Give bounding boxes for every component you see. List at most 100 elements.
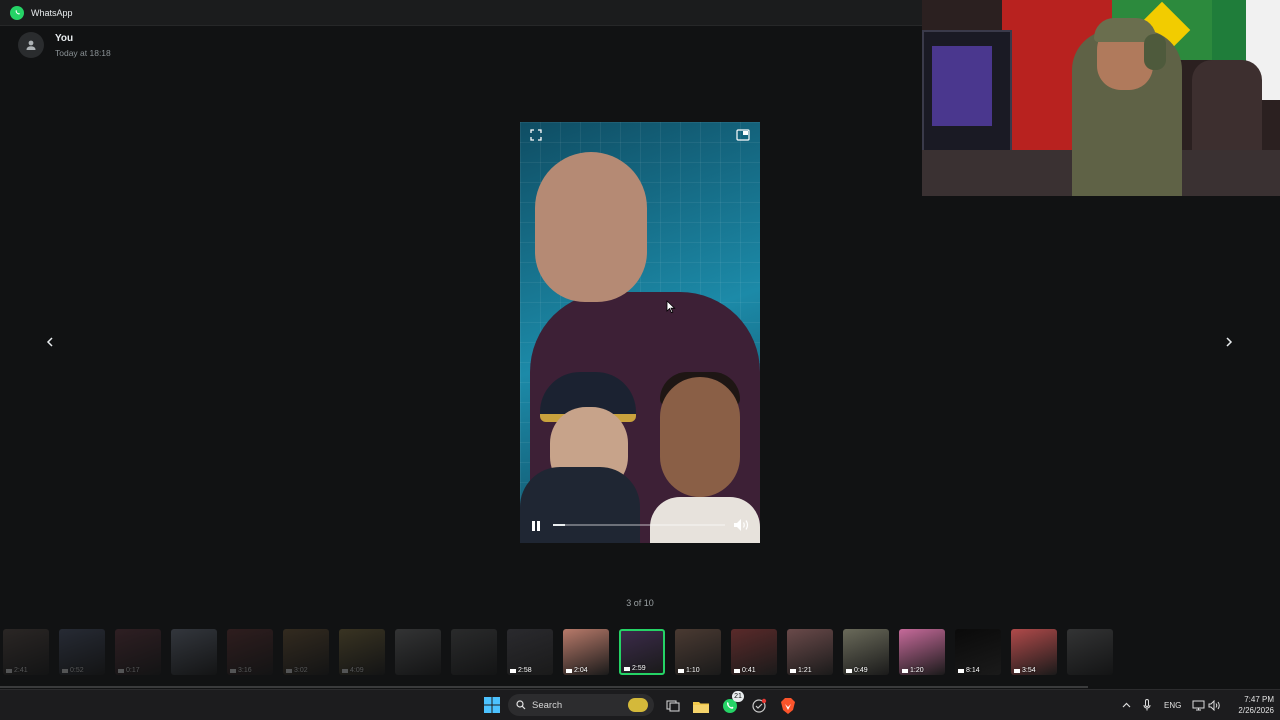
thumbnail-duration-label: 1:10 (686, 667, 700, 674)
taskbar-clock[interactable]: 7:47 PM 2/26/2026 (1222, 694, 1274, 716)
speaker-button[interactable] (1207, 698, 1221, 712)
popout-icon (736, 129, 750, 141)
thumbnail-duration: 0:49 (846, 667, 868, 674)
media-thumbnail[interactable]: 4:09 (339, 629, 385, 675)
chevron-right-icon (1226, 337, 1233, 347)
thumbnail-duration-label: 2:58 (518, 667, 532, 674)
next-media-button[interactable] (1216, 329, 1242, 355)
media-thumbnail[interactable]: 8:14 (955, 629, 1001, 675)
whatsapp-logo-icon (10, 5, 24, 20)
popout-button[interactable] (735, 128, 751, 142)
webcam-overlay (922, 0, 1280, 196)
media-thumbnail[interactable]: 2:58 (507, 629, 553, 675)
media-thumbnail-strip: 2:41 0:52 0:17 3:16 3:02 4:09 2:58 2:04 2:59 1:10… (0, 626, 1280, 688)
video-camera-icon (902, 668, 908, 673)
video-camera-icon (958, 668, 964, 673)
microphone-button[interactable] (1141, 698, 1153, 712)
thumbnail-duration: 0:41 (734, 667, 756, 674)
media-thumbnail[interactable]: 3:02 (283, 629, 329, 675)
media-counter: 3 of 10 (626, 598, 654, 608)
media-thumbnail[interactable]: 2:04 (563, 629, 609, 675)
pause-icon (532, 521, 540, 531)
app-titlebar: WhatsApp (0, 0, 922, 26)
media-thumbnail[interactable]: 0:52 (59, 629, 105, 675)
pause-button[interactable] (529, 519, 543, 533)
media-thumbnail[interactable] (171, 629, 217, 675)
thumbnail-duration-label: 0:41 (742, 667, 756, 674)
thumbnail-scrollbar[interactable] (0, 686, 1088, 688)
taskbar-search-box[interactable]: Search (508, 694, 654, 716)
chevron-up-icon (1122, 702, 1130, 708)
media-thumbnail[interactable]: 0:17 (115, 629, 161, 675)
volume-button[interactable] (732, 517, 752, 533)
thumbnail-duration-label: 1:21 (798, 667, 812, 674)
tray-expand-button[interactable] (1120, 699, 1132, 711)
thumbnail-duration-label: 8:14 (966, 667, 980, 674)
chevron-left-icon (46, 337, 53, 347)
thumbnail-duration: 0:52 (62, 667, 84, 674)
thumbnail-duration-label: 3:02 (294, 667, 308, 674)
video-progress-fill (553, 524, 566, 526)
thumbnail-duration-label: 0:49 (854, 667, 868, 674)
video-person-head (535, 152, 647, 302)
search-icon (516, 700, 526, 710)
thumbnail-duration: 3:54 (1014, 667, 1036, 674)
thumbnail-duration-label: 4:09 (350, 667, 364, 674)
windows-taskbar: Search 21 ENG 7:47 PM 2/26/2026 (0, 689, 1280, 720)
video-camera-icon (734, 668, 740, 673)
person-icon (26, 40, 36, 50)
thumbnail-duration-label: 0:17 (126, 667, 140, 674)
volume-icon (734, 519, 749, 531)
video-player[interactable] (520, 122, 760, 543)
brave-browser-button[interactable] (777, 695, 799, 717)
thumbnail-duration-label: 2:59 (632, 665, 646, 672)
media-thumbnail[interactable]: 0:41 (731, 629, 777, 675)
media-thumbnail[interactable]: 3:16 (227, 629, 273, 675)
thumbnail-duration: 1:21 (790, 667, 812, 674)
media-thumbnail[interactable]: 2:41 (3, 629, 49, 675)
microphone-icon (1143, 699, 1151, 711)
video-camera-icon (342, 668, 348, 673)
thumbnail-duration: 1:20 (902, 667, 924, 674)
video-camera-icon (510, 668, 516, 673)
media-thumbnail[interactable]: 0:49 (843, 629, 889, 675)
headset-graphic (1144, 34, 1166, 70)
thumbnail-duration: 2:41 (6, 667, 28, 674)
previous-media-button[interactable] (37, 329, 63, 355)
input-language-indicator[interactable]: ENG (1164, 701, 1181, 710)
video-camera-icon (624, 666, 630, 671)
thumbnail-duration: 8:14 (958, 667, 980, 674)
thumbnail-duration: 3:02 (286, 667, 308, 674)
start-button[interactable] (482, 695, 502, 715)
whatsapp-unread-badge: 21 (732, 691, 744, 702)
media-thumbnail[interactable]: 1:21 (787, 629, 833, 675)
task-view-button[interactable] (662, 695, 684, 717)
task-view-icon (666, 700, 680, 712)
media-thumbnail[interactable]: 1:10 (675, 629, 721, 675)
video-progress-bar[interactable] (553, 524, 725, 526)
folder-icon (693, 701, 709, 713)
thumbnail-duration-label: 2:04 (574, 667, 588, 674)
app-title: WhatsApp (31, 7, 73, 18)
video-camera-icon (118, 668, 124, 673)
thumbnail-duration-label: 3:16 (238, 667, 252, 674)
media-thumbnail[interactable]: 3:54 (1011, 629, 1057, 675)
fullscreen-button[interactable] (529, 128, 543, 142)
thumbnail-duration-label: 3:54 (1022, 667, 1036, 674)
windows-logo-icon (484, 697, 500, 713)
network-button[interactable] (1191, 698, 1205, 712)
brave-lion-icon (781, 698, 795, 714)
media-thumbnail[interactable]: 1:20 (899, 629, 945, 675)
sender-name: You (55, 32, 74, 44)
app-taskbar-button[interactable] (748, 695, 770, 717)
app-icon (752, 698, 767, 713)
file-explorer-button[interactable] (690, 695, 712, 717)
media-thumbnail[interactable]: 2:59 (619, 629, 665, 675)
media-thumbnail[interactable] (395, 629, 441, 675)
whatsapp-taskbar-button[interactable]: 21 (719, 691, 744, 717)
avatar[interactable] (18, 32, 44, 58)
media-thumbnail[interactable] (451, 629, 497, 675)
video-camera-icon (678, 668, 684, 673)
thumbnail-duration: 4:09 (342, 667, 364, 674)
media-thumbnail[interactable] (1067, 629, 1113, 675)
